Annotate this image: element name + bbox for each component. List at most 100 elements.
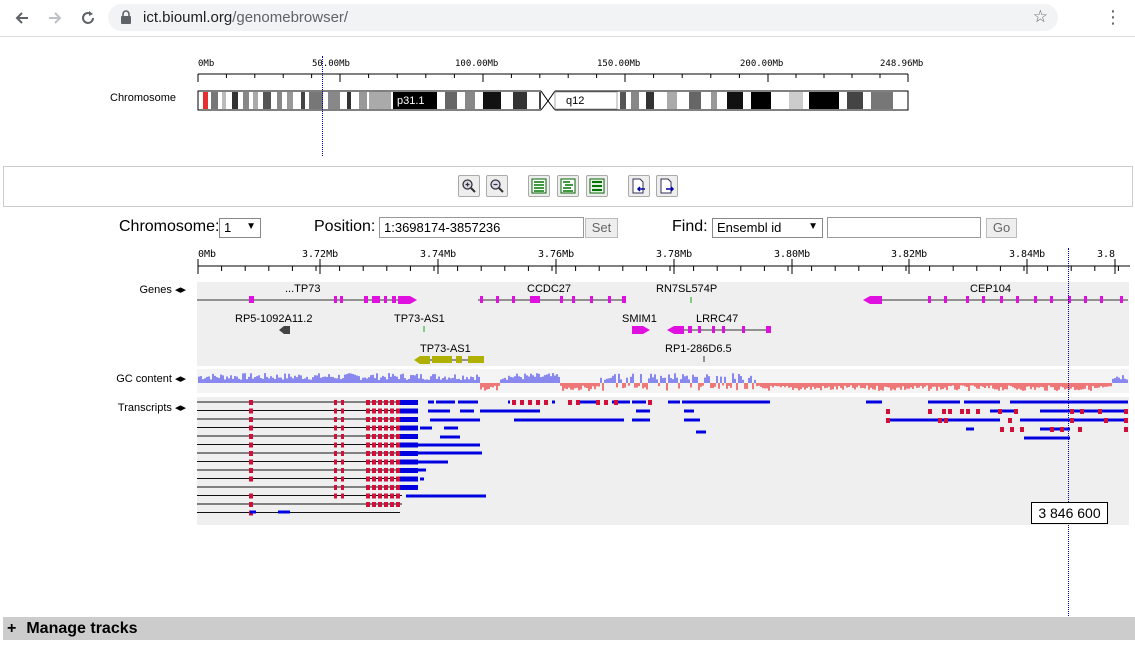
gene-label[interactable]: RN7SL574P <box>656 283 717 295</box>
gc-bar <box>218 378 220 383</box>
gc-bar <box>1006 383 1008 390</box>
find-input[interactable] <box>827 217 981 238</box>
gene-label[interactable]: RP5-1092A11.2 <box>235 313 312 325</box>
back-icon[interactable] <box>10 6 34 30</box>
gene-label[interactable]: CEP104 <box>970 283 1011 295</box>
gc-bar <box>1048 383 1050 386</box>
set-button[interactable]: Set <box>585 218 618 238</box>
manage-tracks-bar[interactable]: + Manage tracks <box>3 617 1135 640</box>
gc-bar <box>562 383 564 391</box>
gene-label[interactable]: TP73-AS1 <box>420 343 471 355</box>
gc-bar <box>1074 383 1076 390</box>
gc-bar <box>952 383 954 386</box>
gc-bar <box>442 378 444 383</box>
star-icon[interactable]: ☆ <box>1033 7 1048 27</box>
transcript-exon <box>390 502 394 507</box>
gc-bar <box>230 375 232 383</box>
gc-bar <box>358 376 360 383</box>
track-view-3-icon[interactable] <box>586 175 608 197</box>
gc-bar <box>558 376 560 383</box>
tracks-area[interactable] <box>0 276 1135 531</box>
chromosome-select-value: 1 <box>224 220 232 235</box>
transcript-exon <box>249 468 253 473</box>
track-view-2-icon[interactable] <box>557 175 579 197</box>
chromosome-ideogram[interactable] <box>197 90 912 112</box>
address-bar[interactable]: ict.biouml.org/genomebrowser/ ☆ <box>108 4 1058 31</box>
gc-bar <box>350 373 352 383</box>
track-cursor-line <box>1068 248 1069 616</box>
gene-label[interactable]: RP1-286D6.5 <box>665 343 732 355</box>
gc-bar <box>882 383 884 391</box>
gc-bar <box>1032 383 1034 388</box>
gc-bar <box>902 383 904 387</box>
gc-bar <box>440 379 442 383</box>
transcript-exon <box>390 476 394 482</box>
chromosome-band <box>277 92 282 109</box>
gc-bar <box>970 383 972 386</box>
gc-bar <box>850 383 852 386</box>
position-input[interactable]: 1:3698174-3857236 <box>379 217 584 238</box>
gene-label[interactable]: CCDC27 <box>527 283 571 295</box>
transcript-exon <box>378 485 382 490</box>
gc-bar <box>632 373 634 383</box>
gc-bar <box>1106 383 1108 387</box>
gc-bar <box>550 376 552 383</box>
chromosome-band <box>465 92 475 109</box>
gene-exon <box>944 296 947 303</box>
gc-bar <box>286 378 288 383</box>
chevron-down-icon: ▼ <box>808 221 818 232</box>
gene-label[interactable]: TP73-AS1 <box>394 313 445 325</box>
zoom-in-icon[interactable] <box>458 175 480 197</box>
gc-bar <box>936 383 938 391</box>
menu-icon[interactable]: ⋮ <box>1104 6 1122 30</box>
forward-icon[interactable] <box>43 6 67 30</box>
zoom-out-icon[interactable] <box>486 175 508 197</box>
chromosome-select[interactable]: 1 ▼ <box>219 218 261 238</box>
gc-bar <box>678 383 680 389</box>
transcript-exon <box>400 425 418 431</box>
transcript-exon <box>249 476 253 482</box>
band-label-p31: p31.1 <box>397 95 425 107</box>
gene-label[interactable]: SMIM1 <box>622 313 657 325</box>
gene-label[interactable]: ...TP73 <box>285 283 320 295</box>
track-view-1-icon[interactable] <box>528 175 550 197</box>
gc-bar <box>834 383 836 387</box>
gc-bar <box>228 378 230 383</box>
find-type-select[interactable]: Ensembl id ▼ <box>712 218 823 238</box>
expand-icon[interactable]: + <box>7 620 16 637</box>
gc-bar <box>890 383 892 391</box>
transcript-exon <box>372 459 376 465</box>
gc-bar <box>302 379 304 383</box>
gc-bar <box>624 383 626 388</box>
gc-bar <box>602 383 604 391</box>
gc-bar <box>292 378 294 383</box>
gc-bar <box>744 383 746 389</box>
gene-label[interactable]: LRRC47 <box>696 313 738 325</box>
gc-bar <box>294 375 296 383</box>
gc-bar <box>756 383 758 387</box>
gc-bar <box>892 383 894 390</box>
gc-bar <box>1014 383 1016 389</box>
export-icon[interactable] <box>628 175 650 197</box>
transcript-exon <box>334 476 337 482</box>
go-button[interactable]: Go <box>986 218 1017 238</box>
gc-bar <box>752 383 754 390</box>
chromosome-band <box>328 92 340 109</box>
gc-bar <box>344 374 346 383</box>
transcript-exon <box>384 408 388 414</box>
gc-bar <box>498 383 500 386</box>
gc-bar <box>844 383 846 386</box>
gc-bar <box>884 383 886 387</box>
gene-exon <box>928 296 931 303</box>
gc-bar <box>886 383 888 388</box>
gc-bar <box>388 373 390 383</box>
transcript-exon <box>400 442 418 448</box>
ruler-tick-label: 0Mb <box>198 59 214 69</box>
import-icon[interactable] <box>656 175 678 197</box>
gc-bar <box>964 383 966 387</box>
gc-bar <box>478 376 480 383</box>
gc-bar <box>1112 378 1114 383</box>
transcript-exon <box>249 451 253 456</box>
reload-icon[interactable] <box>76 6 100 30</box>
gc-bar <box>570 383 572 390</box>
